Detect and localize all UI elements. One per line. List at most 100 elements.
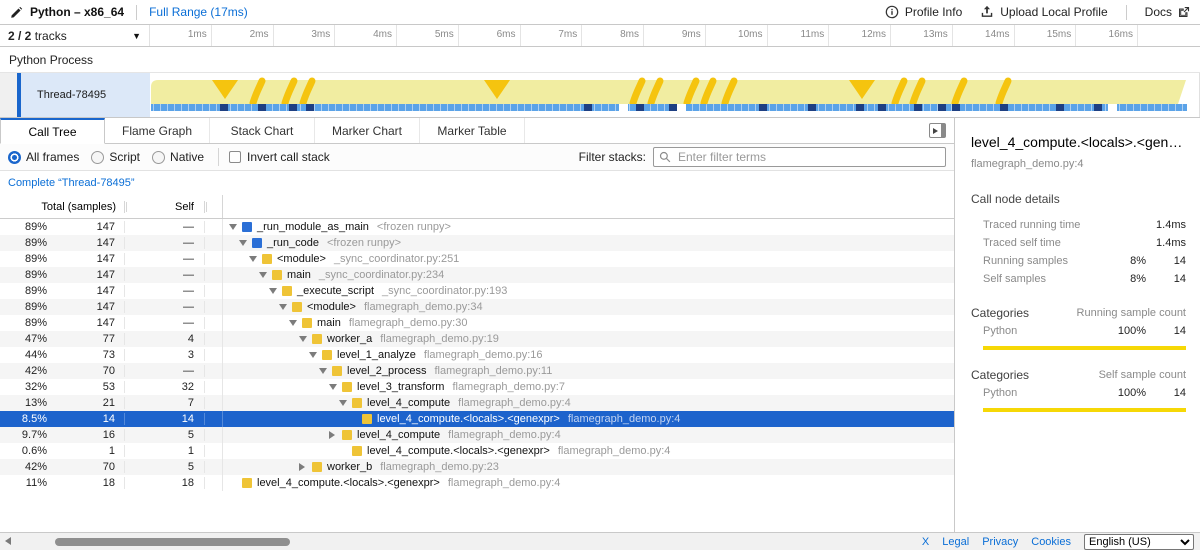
radio-all-frames[interactable]: All frames	[8, 150, 79, 164]
tab-marker-table[interactable]: Marker Table	[420, 118, 525, 143]
filter-stacks-input[interactable]	[653, 147, 946, 167]
column-header-self[interactable]: Self	[125, 201, 205, 213]
row-total-percent: 11%	[0, 477, 55, 489]
tracks-dropdown[interactable]: 2 / 2 tracks ▼	[0, 25, 150, 46]
thread-activity-graph[interactable]	[150, 73, 1200, 117]
function-name: level_4_compute	[357, 429, 440, 441]
function-file-location: <frozen runpy>	[327, 237, 401, 249]
expander-icon[interactable]	[319, 368, 332, 374]
table-row[interactable]: 89%147—_run_code<frozen runpy>	[0, 235, 954, 251]
table-row[interactable]: 44%733level_1_analyzeflamegraph_demo.py:…	[0, 347, 954, 363]
footer-link-legal[interactable]: Legal	[942, 536, 969, 548]
row-total-samples: 70	[55, 365, 125, 377]
expander-icon[interactable]	[299, 463, 312, 471]
expander-icon[interactable]	[279, 304, 292, 310]
horizontal-scrollbar[interactable]	[0, 533, 922, 550]
sidebar-node-file: flamegraph_demo.py:4	[971, 158, 1186, 170]
column-header-total[interactable]: Total (samples)	[0, 201, 125, 213]
category-square-icon	[262, 254, 272, 264]
expander-icon[interactable]	[269, 288, 282, 294]
expander-icon[interactable]	[239, 240, 252, 246]
row-total-percent: 0.6%	[0, 445, 55, 457]
thread-track-row[interactable]: Thread-78495	[0, 73, 1200, 118]
tab-stack-chart[interactable]: Stack Chart	[210, 118, 315, 143]
function-name: worker_a	[327, 333, 372, 345]
filter-stacks-label: Filter stacks:	[579, 150, 646, 164]
table-row[interactable]: 9.7%165level_4_computeflamegraph_demo.py…	[0, 427, 954, 443]
edit-pencil-icon[interactable]	[10, 6, 23, 19]
ruler-tick: 2ms	[212, 25, 274, 46]
sidebar-toggle-button[interactable]	[929, 123, 946, 138]
tab-call-tree[interactable]: Call Tree	[0, 118, 105, 144]
table-row[interactable]: 13%217level_4_computeflamegraph_demo.py:…	[0, 395, 954, 411]
scroll-left-arrow-icon[interactable]	[5, 537, 11, 545]
row-total-samples: 21	[55, 397, 125, 409]
function-name: <module>	[277, 253, 326, 265]
footer-link-x[interactable]: X	[922, 536, 929, 548]
expander-icon[interactable]	[339, 400, 352, 406]
expander-icon[interactable]	[309, 352, 322, 358]
ruler-tick: 8ms	[582, 25, 644, 46]
table-row[interactable]: 32%5332level_3_transformflamegraph_demo.…	[0, 379, 954, 395]
category-square-icon	[322, 350, 332, 360]
category-square-icon	[362, 414, 372, 424]
profile-title[interactable]: Python – x86_64	[30, 5, 124, 19]
process-track-row[interactable]: Python Process	[0, 47, 1200, 73]
row-self-samples: 18	[125, 477, 205, 489]
row-gap-cell	[205, 347, 223, 363]
table-row[interactable]: 89%147—_run_module_as_main<frozen runpy>	[0, 219, 954, 235]
table-row[interactable]: 89%147—main_sync_coordinator.py:234	[0, 267, 954, 283]
table-row[interactable]: 89%147—<module>_sync_coordinator.py:251	[0, 251, 954, 267]
thread-track-label[interactable]: Thread-78495	[21, 73, 150, 117]
table-row[interactable]: 11%1818level_4_compute.<locals>.<genexpr…	[0, 475, 954, 491]
call-tree-root-link[interactable]: Complete “Thread-78495”	[8, 177, 135, 189]
footer-link-privacy[interactable]: Privacy	[982, 536, 1018, 548]
footer-links: X Legal Privacy Cookies English (US)	[922, 534, 1200, 550]
row-total-samples: 147	[55, 221, 125, 233]
expander-icon[interactable]	[329, 431, 342, 439]
tab-marker-chart[interactable]: Marker Chart	[315, 118, 420, 143]
row-total-samples: 147	[55, 237, 125, 249]
expander-icon[interactable]	[329, 384, 342, 390]
function-file-location: flamegraph_demo.py:23	[380, 461, 499, 473]
row-tree-cell: _execute_script_sync_coordinator.py:193	[223, 283, 954, 299]
radio-native[interactable]: Native	[152, 150, 204, 164]
table-row[interactable]: 42%70—level_2_processflamegraph_demo.py:…	[0, 363, 954, 379]
row-tree-cell: worker_bflamegraph_demo.py:23	[223, 459, 954, 475]
invert-call-stack-checkbox[interactable]: Invert call stack	[229, 150, 330, 164]
expander-icon[interactable]	[249, 256, 262, 262]
table-row[interactable]: 0.6%11level_4_compute.<locals>.<genexpr>…	[0, 443, 954, 459]
radio-group: All frames Script Native	[8, 150, 216, 164]
category-count: 14	[1146, 325, 1186, 337]
expander-icon[interactable]	[259, 272, 272, 278]
timeline-ruler[interactable]: 1ms2ms3ms4ms5ms6ms7ms8ms9ms10ms11ms12ms1…	[150, 25, 1200, 46]
row-self-samples: 1	[125, 445, 205, 457]
row-gap-cell	[205, 267, 223, 283]
function-name: <module>	[307, 301, 356, 313]
table-row[interactable]: 42%705worker_bflamegraph_demo.py:23	[0, 459, 954, 475]
docs-link[interactable]: Docs	[1145, 5, 1190, 19]
language-select[interactable]: English (US)	[1084, 534, 1194, 550]
table-row[interactable]: 47%774worker_aflamegraph_demo.py:19	[0, 331, 954, 347]
expander-icon[interactable]	[289, 320, 302, 326]
expander-icon[interactable]	[229, 224, 242, 230]
profile-info-button[interactable]: Profile Info	[885, 5, 962, 19]
scrollbar-thumb[interactable]	[55, 538, 290, 546]
footer-link-cookies[interactable]: Cookies	[1031, 536, 1071, 548]
expander-icon[interactable]	[299, 336, 312, 342]
upload-profile-button[interactable]: Upload Local Profile	[980, 5, 1107, 19]
tab-flame-graph[interactable]: Flame Graph	[105, 118, 210, 143]
row-self-samples: —	[125, 285, 205, 297]
table-row[interactable]: 89%147—_execute_script_sync_coordinator.…	[0, 283, 954, 299]
table-row[interactable]: 8.5%1414level_4_compute.<locals>.<genexp…	[0, 411, 954, 427]
row-self-samples: 3	[125, 349, 205, 361]
detail-value: 14	[1146, 255, 1186, 267]
category-square-icon	[252, 238, 262, 248]
table-row[interactable]: 89%147—<module>flamegraph_demo.py:34	[0, 299, 954, 315]
table-row[interactable]: 89%147—mainflamegraph_demo.py:30	[0, 315, 954, 331]
full-range-button[interactable]: Full Range (17ms)	[149, 5, 248, 19]
ruler-tick-label: 10ms	[738, 29, 762, 40]
row-tree-cell: level_3_transformflamegraph_demo.py:7	[223, 379, 954, 395]
radio-script[interactable]: Script	[91, 150, 140, 164]
row-total-samples: 147	[55, 301, 125, 313]
